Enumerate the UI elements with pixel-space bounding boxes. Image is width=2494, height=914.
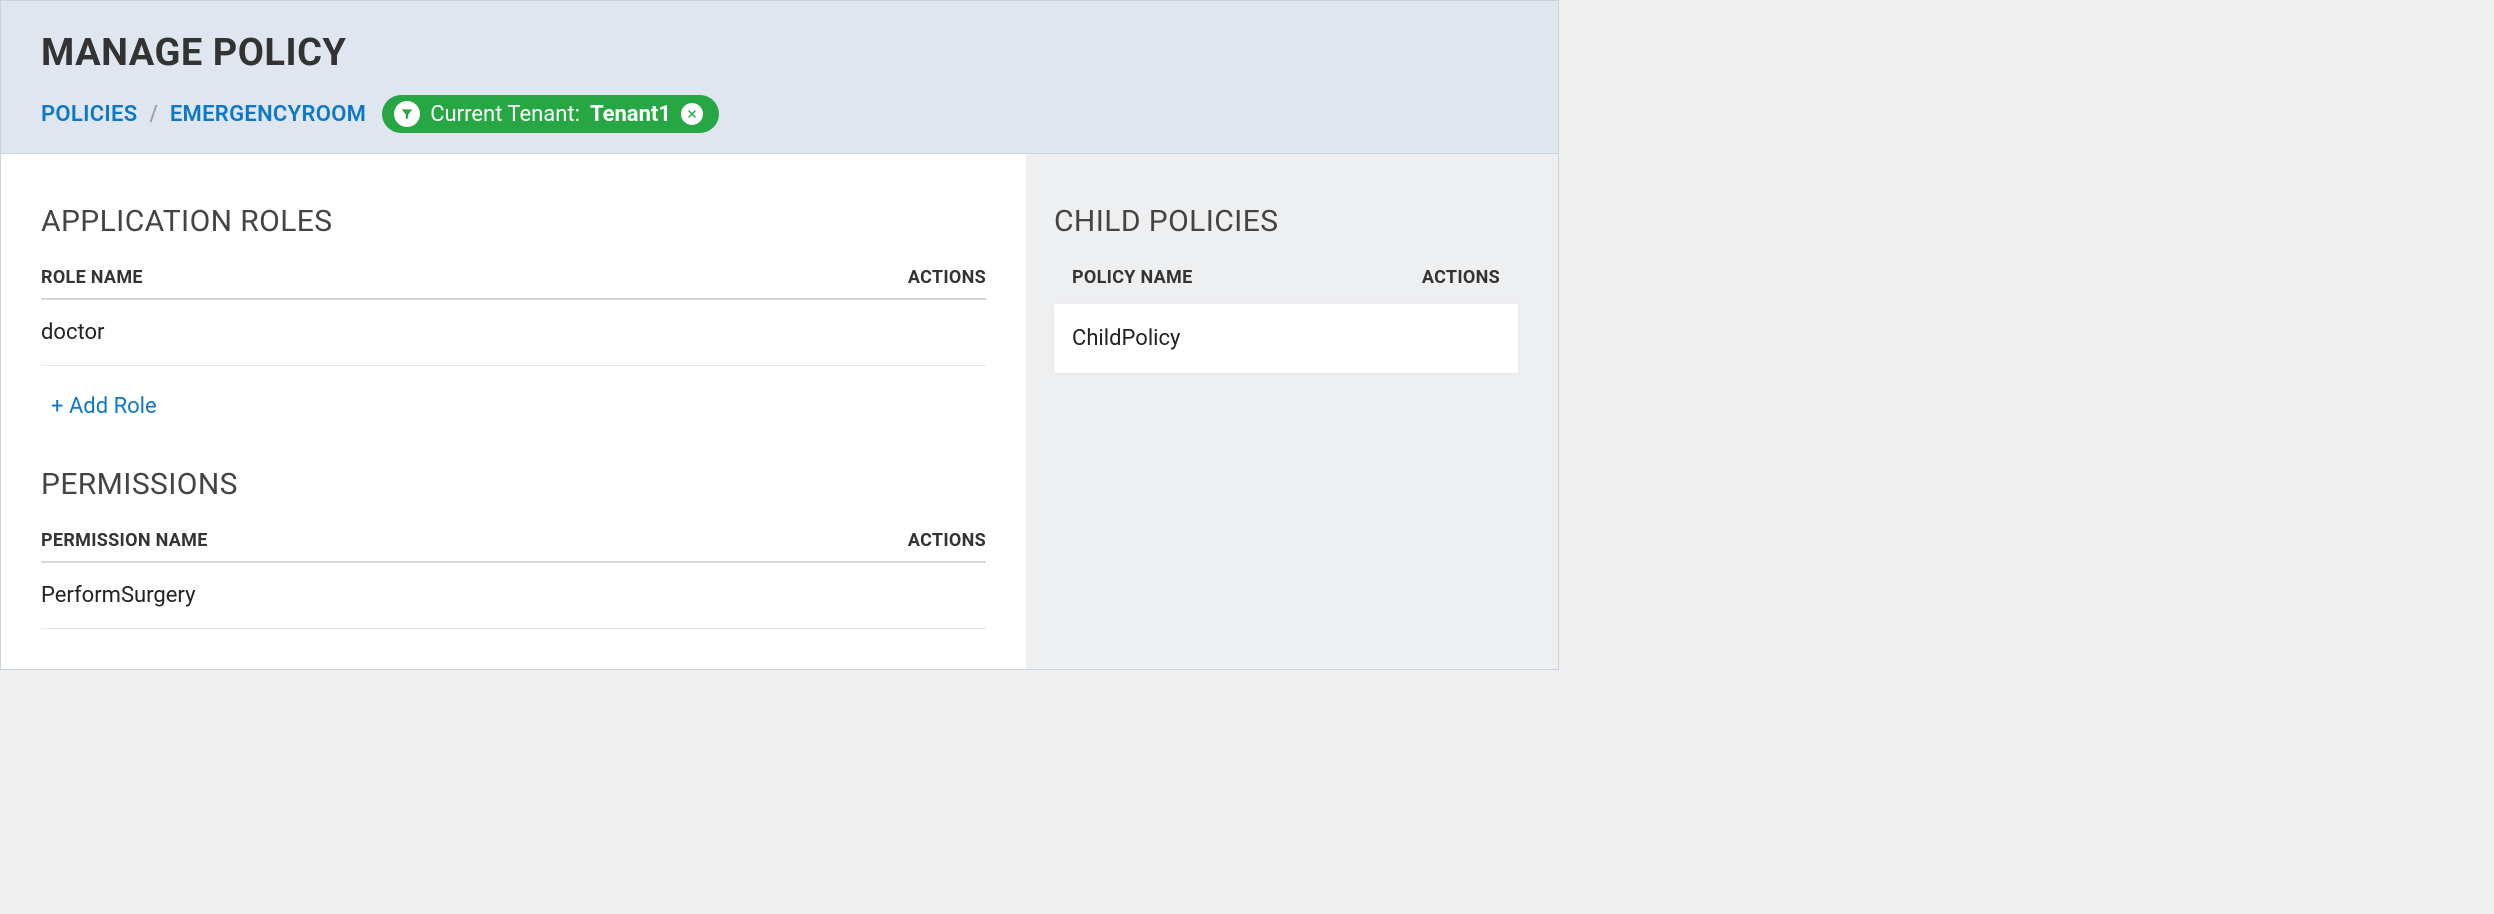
content-wrap: APPLICATION ROLES ROLE NAME ACTIONS doct…: [1, 154, 1558, 669]
permission-name: PerformSurgery: [41, 583, 195, 608]
filter-icon: [394, 101, 420, 127]
page-title: MANAGE POLICY: [41, 31, 1518, 75]
child-policy-name: ChildPolicy: [1072, 326, 1180, 351]
tenant-badge: Current Tenant: Tenant1: [382, 95, 719, 133]
tenant-clear-icon[interactable]: [681, 103, 703, 125]
permissions-table-header: PERMISSION NAME ACTIONS: [41, 530, 986, 563]
child-policies-col-name: POLICY NAME: [1072, 267, 1193, 288]
roles-title: APPLICATION ROLES: [41, 204, 986, 239]
breadcrumb-current-link[interactable]: EMERGENCYROOM: [170, 102, 366, 127]
role-name: doctor: [41, 320, 104, 345]
tenant-label: Current Tenant:: [430, 102, 580, 127]
child-policies-table-header: POLICY NAME ACTIONS: [1054, 267, 1518, 304]
permissions-col-actions: ACTIONS: [908, 530, 986, 551]
breadcrumb-separator: /: [149, 102, 157, 127]
table-row[interactable]: doctor: [41, 300, 986, 366]
breadcrumb-row: POLICIES / EMERGENCYROOM Current Tenant:…: [41, 95, 1518, 133]
roles-col-actions: ACTIONS: [908, 267, 986, 288]
roles-section: APPLICATION ROLES ROLE NAME ACTIONS doct…: [41, 204, 986, 447]
main-panel: APPLICATION ROLES ROLE NAME ACTIONS doct…: [1, 154, 1026, 669]
tenant-name: Tenant1: [590, 102, 671, 127]
page-header: MANAGE POLICY POLICIES / EMERGENCYROOM C…: [1, 1, 1558, 154]
permissions-col-name: PERMISSION NAME: [41, 530, 208, 551]
permissions-title: PERMISSIONS: [41, 467, 986, 502]
table-row[interactable]: ChildPolicy: [1054, 304, 1518, 373]
breadcrumb: POLICIES / EMERGENCYROOM: [41, 102, 366, 127]
child-policies-col-actions: ACTIONS: [1422, 267, 1500, 288]
right-panel: CHILD POLICIES POLICY NAME ACTIONS Child…: [1026, 154, 1558, 669]
breadcrumb-root-link[interactable]: POLICIES: [41, 102, 137, 127]
permissions-section: PERMISSIONS PERMISSION NAME ACTIONS Perf…: [41, 467, 986, 629]
add-role-button[interactable]: + Add Role: [41, 366, 167, 447]
table-row[interactable]: PerformSurgery: [41, 563, 986, 629]
roles-table-header: ROLE NAME ACTIONS: [41, 267, 986, 300]
roles-col-name: ROLE NAME: [41, 267, 143, 288]
child-policies-title: CHILD POLICIES: [1054, 204, 1518, 239]
